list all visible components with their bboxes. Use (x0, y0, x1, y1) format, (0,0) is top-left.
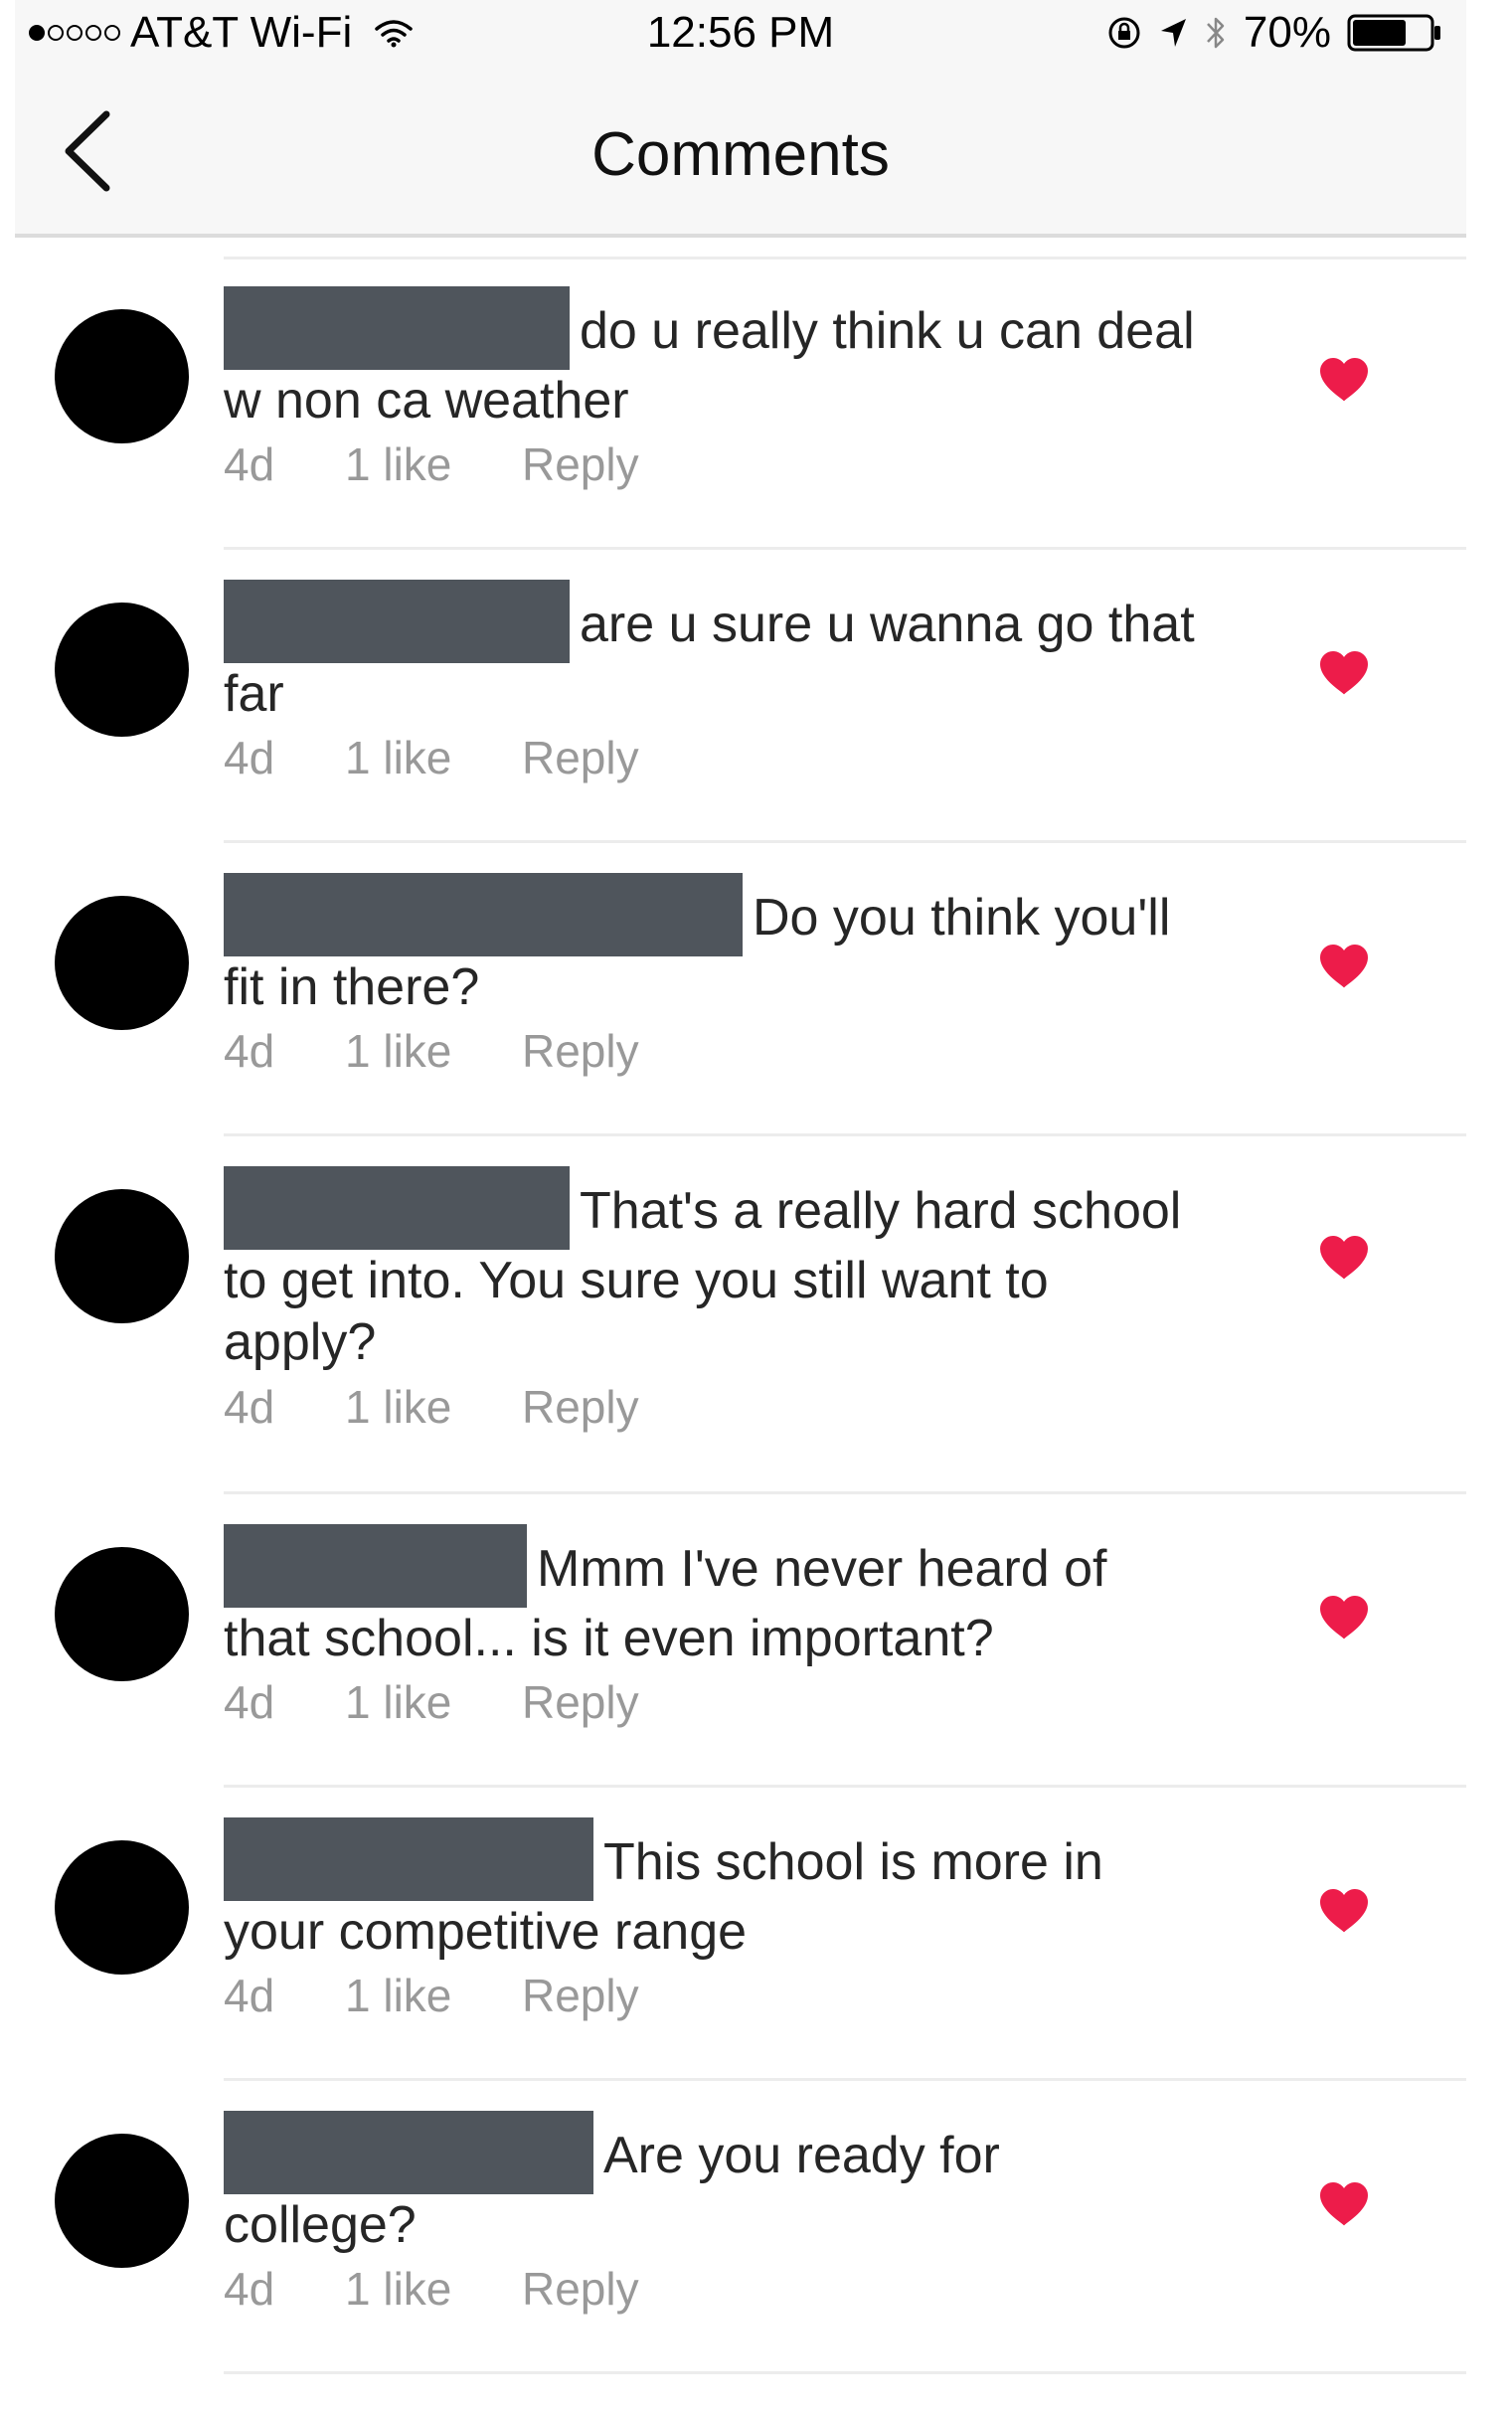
status-right: 70% (1106, 8, 1442, 58)
comments-container: do u really think u can deal w non ca wea… (15, 257, 1466, 2374)
comment-age: 4d (224, 438, 275, 490)
redacted-username[interactable] (224, 1524, 527, 1608)
rotation-lock-icon (1108, 17, 1140, 49)
avatar[interactable] (55, 1547, 189, 1681)
redacted-username[interactable] (224, 1166, 570, 1250)
comment-age: 4d (224, 1676, 275, 1728)
battery-percent: 70% (1243, 8, 1331, 57)
comment-age: 4d (224, 1970, 275, 2021)
redacted-username[interactable] (224, 286, 570, 370)
comment-text: This school is more in your competitive r… (224, 1817, 1277, 1963)
comment-line: your competitive range (224, 1903, 748, 1961)
reply-button[interactable]: Reply (522, 2262, 639, 2316)
avatar[interactable] (55, 1840, 189, 1975)
reply-button[interactable]: Reply (522, 437, 639, 491)
heart-like-icon[interactable] (1319, 1236, 1369, 1280)
comment-meta: 4d 1 like Reply (224, 1675, 639, 1729)
heart-like-icon[interactable] (1319, 1889, 1369, 1933)
comment-meta: 4d 1 like Reply (224, 437, 639, 491)
comment-row: do u really think u can deal w non ca wea… (15, 257, 1466, 550)
reply-button[interactable]: Reply (522, 1024, 639, 1078)
like-count[interactable]: 1 like (345, 1024, 522, 1078)
reply-button[interactable]: Reply (522, 1675, 639, 1729)
heart-like-icon[interactable] (1319, 945, 1369, 988)
reply-button[interactable]: Reply (522, 731, 639, 784)
comment-age: 4d (224, 1381, 275, 1433)
like-count[interactable]: 1 like (345, 1380, 522, 1434)
comment-age: 4d (224, 2263, 275, 2315)
nav-bar: Comments (15, 65, 1466, 238)
bluetooth-icon (1207, 17, 1225, 49)
comment-line: Do you think you'll (753, 889, 1171, 947)
comment-row: That's a really hard school to get into. … (15, 1136, 1466, 1494)
comment-line: That's a really hard school (580, 1182, 1182, 1240)
avatar[interactable] (55, 1189, 189, 1323)
comment-row: are u sure u wanna go that far 4d 1 like Rep… (15, 550, 1466, 843)
comment-text: Mmm I've never heard of that school... is… (224, 1524, 1277, 1669)
comment-line: to get into. You sure you still want to (224, 1252, 1049, 1309)
reply-button[interactable]: Reply (522, 1969, 639, 2022)
comment-line: Mmm I've never heard of (537, 1540, 1107, 1598)
avatar[interactable] (55, 896, 189, 1030)
comment-age: 4d (224, 732, 275, 783)
heart-like-icon[interactable] (1319, 1596, 1369, 1639)
comment-row: Do you think you'll fit in there? 4d 1 like… (15, 843, 1466, 1136)
heart-like-icon[interactable] (1319, 2182, 1369, 2226)
comment-line: that school... is it even important? (224, 1610, 994, 1667)
comment-row: Mmm I've never heard of that school... is… (15, 1494, 1466, 1788)
status-bar: AT&T Wi-Fi 12:56 PM 70% (15, 0, 1466, 65)
comment-line: college? (224, 2196, 417, 2254)
comment-line: fit in there? (224, 958, 480, 1016)
comment-line: do u really think u can deal (580, 302, 1195, 360)
avatar[interactable] (55, 309, 189, 443)
avatar[interactable] (55, 2134, 189, 2268)
comment-row: This school is more in your competitive r… (15, 1788, 1466, 2081)
comment-text: That's a really hard school to get into. … (224, 1166, 1277, 1373)
comment-meta: 4d 1 like Reply (224, 1380, 639, 1434)
comment-line: are u sure u wanna go that (580, 596, 1195, 653)
comment-line: This school is more in (603, 1833, 1103, 1891)
like-count[interactable]: 1 like (345, 731, 522, 784)
redacted-username[interactable] (224, 873, 743, 956)
redacted-username[interactable] (224, 2111, 593, 2194)
heart-like-icon[interactable] (1319, 358, 1369, 402)
like-count[interactable]: 1 like (345, 1675, 522, 1729)
avatar[interactable] (55, 603, 189, 737)
comment-list: do u really think u can deal w non ca wea… (15, 257, 1466, 2374)
comment-age: 4d (224, 1025, 275, 1077)
redacted-username[interactable] (224, 1817, 593, 1901)
comment-line: w non ca weather (224, 372, 629, 430)
like-count[interactable]: 1 like (345, 2262, 522, 2316)
comment-line: apply? (224, 1313, 377, 1371)
page-title: Comments (591, 120, 890, 189)
comment-text: do u really think u can deal w non ca wea… (224, 286, 1277, 431)
like-count[interactable]: 1 like (345, 437, 522, 491)
reply-button[interactable]: Reply (522, 1380, 639, 1434)
redacted-username[interactable] (224, 580, 570, 663)
battery-icon (1347, 14, 1440, 52)
location-arrow-icon (1160, 19, 1186, 47)
comment-row: Are you ready for college? 4d 1 like Reply (15, 2081, 1466, 2374)
comment-meta: 4d 1 like Reply (224, 1024, 639, 1078)
comment-text: Do you think you'll fit in there? (224, 873, 1277, 1018)
comment-meta: 4d 1 like Reply (224, 1969, 639, 2022)
divider (224, 2371, 1466, 2374)
comment-text: Are you ready for college? (224, 2111, 1277, 2256)
comment-text: are u sure u wanna go that far (224, 580, 1277, 725)
comment-line: Are you ready for (603, 2127, 1000, 2184)
comment-meta: 4d 1 like Reply (224, 2262, 639, 2316)
like-count[interactable]: 1 like (345, 1969, 522, 2022)
comment-line: far (224, 665, 284, 723)
heart-like-icon[interactable] (1319, 651, 1369, 695)
comment-meta: 4d 1 like Reply (224, 731, 639, 784)
phone-screen: AT&T Wi-Fi 12:56 PM 70% Comments do u re… (15, 0, 1466, 2416)
